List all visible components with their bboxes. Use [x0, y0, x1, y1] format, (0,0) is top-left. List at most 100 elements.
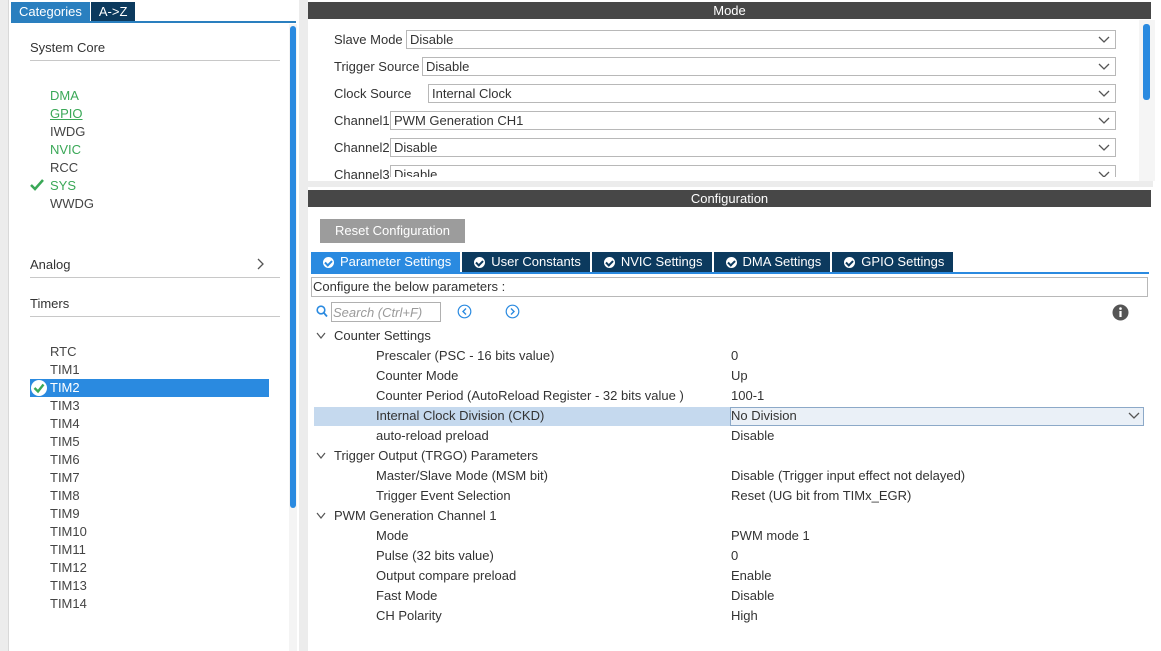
- chevron-down-icon: [1098, 144, 1110, 151]
- mode-value: Internal Clock: [432, 86, 512, 101]
- check-circle-icon: [323, 256, 334, 268]
- sidebar-item-dma[interactable]: DMA: [50, 87, 79, 105]
- sidebar-item-tim1[interactable]: TIM1: [50, 361, 80, 379]
- search-icon: [316, 305, 328, 318]
- sidebar-item-tim11[interactable]: TIM11: [50, 541, 86, 559]
- tab-categories[interactable]: Categories: [11, 2, 90, 21]
- sidebar-item-wwdg[interactable]: WWDG: [50, 195, 94, 213]
- parameter-name: Output compare preload: [376, 568, 517, 583]
- info-icon[interactable]: [1112, 304, 1129, 321]
- parameter-name: auto-reload preload: [376, 428, 489, 443]
- category-tabs: Categories A->Z: [11, 2, 136, 21]
- parameter-value[interactable]: Disable: [731, 426, 774, 446]
- sidebar-item-tim4[interactable]: TIM4: [50, 415, 80, 433]
- chevron-down-icon: [316, 512, 326, 519]
- sidebar-item-tim12[interactable]: TIM12: [50, 559, 87, 577]
- sidebar-item-tim9[interactable]: TIM9: [50, 505, 80, 523]
- sidebar-item-tim10[interactable]: TIM10: [50, 523, 87, 541]
- mode-value: PWM Generation CH1: [394, 113, 524, 128]
- chevron-down-icon: [316, 452, 326, 459]
- sidebar-item-gpio[interactable]: GPIO: [50, 105, 83, 123]
- sidebar-item-iwdg[interactable]: IWDG: [50, 123, 85, 141]
- timers-title[interactable]: Timers: [30, 296, 69, 311]
- mode-label: Channel3: [334, 167, 390, 179]
- sidebar-item-tim6[interactable]: TIM6: [50, 451, 80, 469]
- mode-dropdown[interactable]: Disable: [406, 30, 1116, 49]
- sidebar-item-tim7[interactable]: TIM7: [50, 469, 80, 487]
- tab-underline: [11, 21, 296, 23]
- sidebar-item-rtc[interactable]: RTC: [50, 343, 76, 361]
- tab-parameter-settings[interactable]: Parameter Settings: [311, 252, 461, 272]
- system-core-divider: [30, 60, 280, 61]
- mode-scrollbar-thumb[interactable]: [1143, 24, 1150, 100]
- parameter-value[interactable]: 100-1: [731, 386, 764, 406]
- sidebar-item-tim3[interactable]: TIM3: [50, 397, 80, 415]
- group-title: Trigger Output (TRGO) Parameters: [334, 448, 538, 463]
- sidebar-item-nvic[interactable]: NVIC: [50, 141, 81, 159]
- tab-gpio-settings[interactable]: GPIO Settings: [832, 252, 954, 272]
- parameter-value[interactable]: High: [731, 606, 758, 626]
- system-core-title[interactable]: System Core: [30, 40, 105, 55]
- mode-label: Trigger Source: [334, 59, 420, 74]
- parameter-value[interactable]: Enable: [731, 566, 771, 586]
- parameter-group[interactable]: Counter Settings: [316, 326, 431, 346]
- chevron-right-icon[interactable]: [257, 258, 265, 270]
- search-input[interactable]: Search (Ctrl+F): [331, 302, 441, 322]
- mode-value: Disable: [410, 32, 454, 47]
- panel-divider[interactable]: [299, 0, 308, 651]
- parameter-name: Pulse (32 bits value): [376, 548, 494, 563]
- mode-dropdown[interactable]: Internal Clock: [428, 84, 1116, 103]
- mode-dropdown[interactable]: Disable: [390, 165, 1116, 177]
- parameter-name: Trigger Event Selection: [376, 488, 511, 503]
- tab-label: Parameter Settings: [340, 254, 452, 269]
- parameter-value[interactable]: 0: [731, 546, 738, 566]
- mode-dropdown[interactable]: Disable: [390, 138, 1116, 157]
- parameter-name: Prescaler (PSC - 16 bits value): [376, 348, 555, 363]
- mode-header: Mode: [308, 2, 1151, 19]
- parameter-value[interactable]: Reset (UG bit from TIMx_EGR): [731, 486, 911, 506]
- parameter-value[interactable]: Disable: [731, 586, 774, 606]
- chevron-down-icon: [1098, 171, 1110, 177]
- mode-label: Slave Mode: [334, 32, 403, 47]
- parameter-value[interactable]: 0: [731, 346, 738, 366]
- timers-divider: [30, 316, 280, 317]
- parameter-group[interactable]: Trigger Output (TRGO) Parameters: [316, 446, 538, 466]
- tab-nvic-settings[interactable]: NVIC Settings: [591, 252, 712, 272]
- mode-dropdown[interactable]: PWM Generation CH1: [390, 111, 1116, 130]
- tab-dma-settings[interactable]: DMA Settings: [713, 252, 831, 272]
- tab-label: User Constants: [491, 254, 581, 269]
- sidebar-item-tim5[interactable]: TIM5: [50, 433, 80, 451]
- parameter-name: Internal Clock Division (CKD): [376, 408, 545, 423]
- tab-label: NVIC Settings: [620, 254, 703, 269]
- parameter-group[interactable]: PWM Generation Channel 1: [316, 506, 497, 526]
- reset-configuration-button[interactable]: Reset Configuration: [320, 219, 465, 243]
- tab-user-constants[interactable]: User Constants: [462, 252, 590, 272]
- check-circle-icon: [31, 380, 47, 396]
- sidebar-item-rcc[interactable]: RCC: [50, 159, 78, 177]
- mode-value: Disable: [426, 59, 470, 74]
- parameter-value[interactable]: Up: [731, 366, 748, 386]
- parameter-value[interactable]: Disable (Trigger input effect not delaye…: [731, 466, 965, 486]
- analog-title[interactable]: Analog: [30, 257, 70, 272]
- tabs-underline: [311, 272, 1149, 274]
- group-title: PWM Generation Channel 1: [334, 508, 497, 523]
- previous-result-icon[interactable]: [457, 304, 472, 319]
- next-result-icon[interactable]: [505, 304, 520, 319]
- tab-label: DMA Settings: [742, 254, 822, 269]
- chevron-down-icon: [1098, 117, 1110, 124]
- check-icon: [30, 179, 44, 191]
- sidebar-item-tim2[interactable]: TIM2: [50, 379, 80, 397]
- chevron-down-icon: [1128, 412, 1140, 419]
- sidebar-item-tim14[interactable]: TIM14: [50, 595, 87, 613]
- parameter-name: Counter Period (AutoReload Register - 32…: [376, 388, 684, 403]
- mode-label: Channel2: [334, 140, 390, 155]
- sidebar-item-tim13[interactable]: TIM13: [50, 577, 87, 595]
- mode-config-splitter[interactable]: [308, 181, 1153, 187]
- parameter-value[interactable]: No Division: [731, 406, 797, 426]
- left-scrollbar-thumb[interactable]: [290, 26, 296, 508]
- parameter-value[interactable]: PWM mode 1: [731, 526, 810, 546]
- mode-dropdown[interactable]: Disable: [422, 57, 1116, 76]
- sidebar-item-tim8[interactable]: TIM8: [50, 487, 80, 505]
- tab-a-z[interactable]: A->Z: [89, 2, 136, 21]
- sidebar-item-sys[interactable]: SYS: [50, 177, 76, 195]
